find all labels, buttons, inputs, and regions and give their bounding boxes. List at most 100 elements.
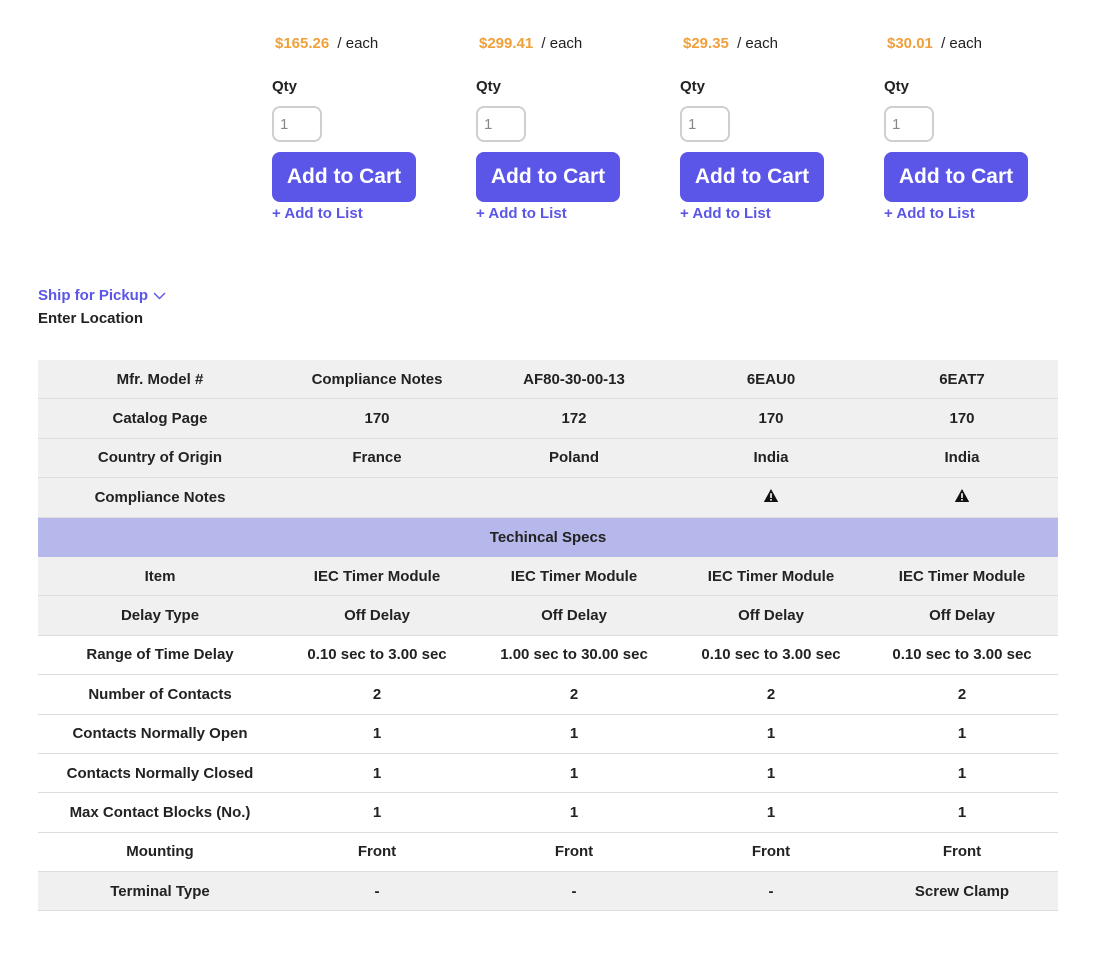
table-cell: Front (751, 843, 791, 861)
tech-spec-rows: Item IEC Timer Module IEC Timer Module IEC … (38, 556, 1058, 912)
price-unit: / each (337, 35, 379, 52)
table-cell: Off Delay (738, 607, 804, 625)
qty-label: Qty (680, 78, 706, 95)
table-row: Catalog Page 170 172 170 170 (38, 399, 1058, 439)
spec-table: Mfr. Model # Compliance Notes AF80-30-00-1… (38, 360, 1058, 912)
price-row: $30.01 / each (884, 33, 1088, 55)
add-to-list-link[interactable]: + Add to List (680, 204, 884, 224)
qty-input[interactable] (884, 106, 934, 142)
pickup-section: Ship for Pickup Enter Location (38, 285, 166, 330)
ship-for-pickup-toggle[interactable]: Ship for Pickup (38, 285, 166, 307)
table-row: Compliance Notes (38, 478, 1058, 518)
qty-input[interactable] (680, 106, 730, 142)
product-card: $30.01 / each Qty Add to Cart + Add to L… (884, 33, 1088, 224)
table-cell: Off Delay (541, 607, 607, 625)
qty-label: Qty (272, 78, 298, 95)
table-cell: 1 (569, 803, 579, 821)
table-cell: Off Delay (929, 607, 995, 625)
row-label: Mounting (126, 843, 194, 861)
table-cell: 2 (372, 685, 382, 703)
table-cell: AF80-30-00-13 (523, 370, 625, 388)
table-cell: 1 (957, 725, 967, 743)
table-cell: IEC Timer Module (313, 567, 441, 585)
table-row: Terminal Type - - - Screw Clamp (38, 872, 1058, 912)
table-cell: 1 (766, 803, 776, 821)
add-to-list-link[interactable]: + Add to List (884, 204, 1088, 224)
table-row: Country of Origin France Poland India India (38, 438, 1058, 479)
section-header: Techincal Specs (38, 517, 1058, 557)
price-row: $299.41 / each (476, 33, 680, 55)
table-cell: 170 (949, 410, 975, 428)
table-cell: Compliance Notes (311, 370, 443, 388)
ship-for-pickup-label: Ship for Pickup (38, 287, 149, 304)
table-cell: 1 (957, 764, 967, 782)
table-row: Mfr. Model # Compliance Notes AF80-30-00-1… (38, 360, 1058, 400)
price-row: $165.26 / each (272, 33, 476, 55)
table-cell: 2 (569, 685, 579, 703)
table-row: Number of Contacts 2 2 2 2 (38, 675, 1058, 715)
table-cell: 172 (561, 410, 587, 428)
table-cell: 6EAT7 (939, 370, 985, 388)
product-price: $29.35 (683, 35, 729, 52)
row-label: Contacts Normally Open (72, 725, 248, 743)
add-to-cart-button[interactable]: Add to Cart (476, 152, 620, 202)
add-to-cart-button[interactable]: Add to Cart (884, 152, 1028, 202)
table-cell: 1 (372, 725, 382, 743)
add-to-list-link[interactable]: + Add to List (476, 204, 680, 224)
row-label: Number of Contacts (88, 685, 232, 703)
table-cell: - (571, 882, 577, 900)
table-cell: 6EAU0 (746, 370, 796, 388)
table-cell: Off Delay (344, 607, 410, 625)
row-label: Max Contact Blocks (No.) (69, 803, 251, 821)
price-row: $29.35 / each (680, 33, 884, 55)
table-row: Delay Type Off Delay Off Delay Off Delay Off… (38, 596, 1058, 636)
row-label: Delay Type (120, 607, 200, 625)
spec-header-rows: Mfr. Model # Compliance Notes AF80-30-00-1… (38, 360, 1058, 518)
qty-input[interactable] (272, 106, 322, 142)
table-cell: India (944, 449, 980, 467)
table-cell: 2 (957, 685, 967, 703)
table-cell: 170 (364, 410, 390, 428)
table-cell: 1 (569, 725, 579, 743)
row-label: Item (144, 567, 176, 585)
table-cell: IEC Timer Module (707, 567, 835, 585)
enter-location-link[interactable]: Enter Location (38, 308, 166, 330)
table-cell: Front (554, 843, 594, 861)
warning-icon (866, 488, 1058, 507)
table-cell: 1 (372, 803, 382, 821)
table-cell: 0.10 sec to 3.00 sec (307, 646, 447, 664)
row-label: Compliance Notes (94, 488, 226, 506)
product-card: $29.35 / each Qty Add to Cart + Add to L… (680, 33, 884, 224)
add-to-list-link[interactable]: + Add to List (272, 204, 476, 224)
chevron-down-icon (153, 292, 166, 300)
row-label: Mfr. Model # (116, 370, 204, 388)
table-cell: Front (357, 843, 397, 861)
table-cell: 2 (766, 685, 776, 703)
price-unit: / each (737, 35, 778, 52)
product-compare-page: $165.26 / each Qty Add to Cart + Add to … (0, 0, 1093, 956)
product-cards: $165.26 / each Qty Add to Cart + Add to … (272, 33, 1088, 224)
warning-icon (676, 488, 866, 507)
table-row: Contacts Normally Closed 1 1 1 1 (38, 754, 1058, 794)
add-to-cart-button[interactable]: Add to Cart (272, 152, 416, 202)
row-label: Range of Time Delay (86, 646, 234, 664)
table-cell: 0.10 sec to 3.00 sec (892, 646, 1032, 664)
add-to-cart-button[interactable]: Add to Cart (680, 152, 824, 202)
qty-input[interactable] (476, 106, 526, 142)
price-unit: / each (541, 35, 583, 52)
table-cell: France (352, 449, 402, 467)
table-cell: IEC Timer Module (898, 567, 1026, 585)
table-cell: - (768, 882, 774, 900)
table-cell: 1.00 sec to 30.00 sec (500, 646, 648, 664)
row-label: Contacts Normally Closed (66, 764, 254, 782)
table-cell: 1 (569, 764, 579, 782)
price-unit: / each (941, 35, 982, 52)
product-card: $299.41 / each Qty Add to Cart + Add to … (476, 33, 680, 224)
section-title: Techincal Specs (489, 528, 607, 546)
table-row: Max Contact Blocks (No.) 1 1 1 1 (38, 793, 1058, 833)
table-row: Item IEC Timer Module IEC Timer Module IEC … (38, 556, 1058, 597)
row-label: Catalog Page (112, 410, 208, 428)
table-cell: 1 (372, 764, 382, 782)
table-cell: Front (942, 843, 982, 861)
row-label: Terminal Type (110, 882, 210, 900)
